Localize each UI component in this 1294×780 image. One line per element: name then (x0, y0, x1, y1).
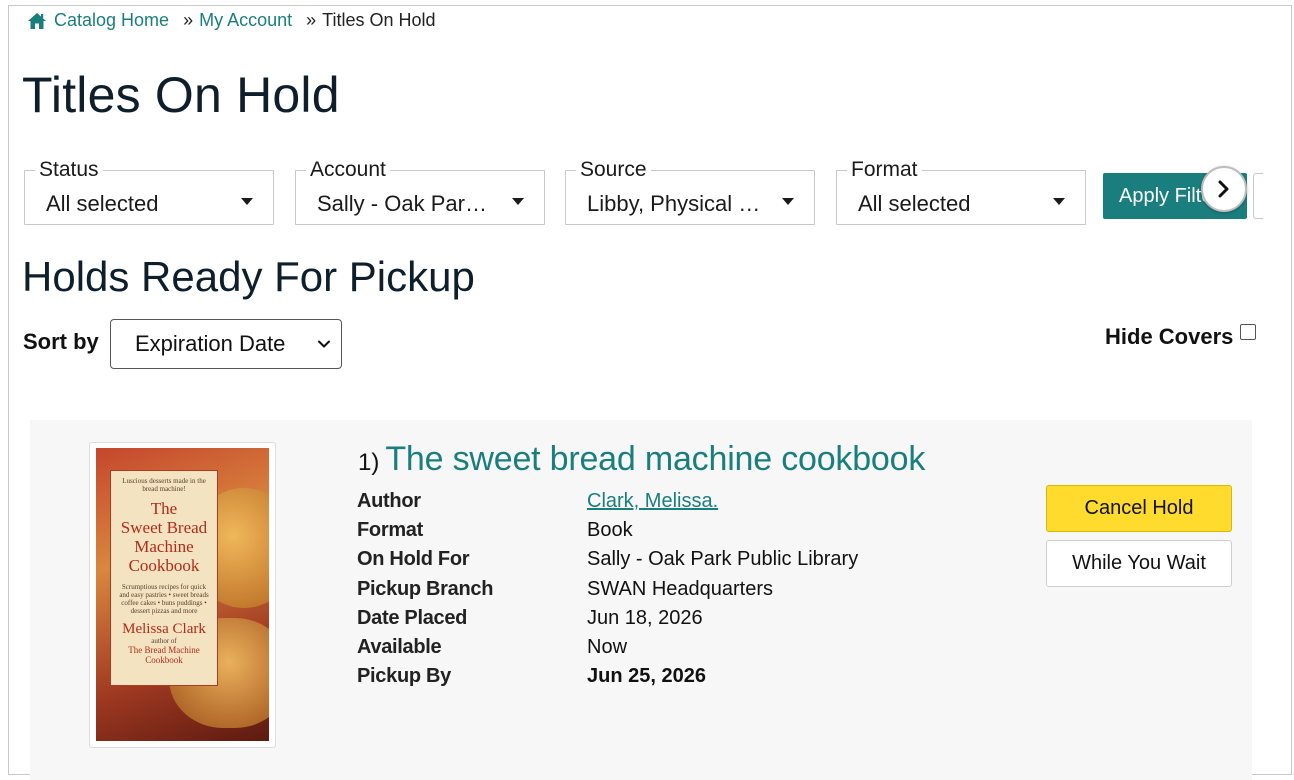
status-filter-value: All selected (46, 191, 159, 216)
detail-row-pickup-by: Pickup By Jun 25, 2026 (357, 662, 858, 691)
cover-author-of: author of (151, 637, 177, 645)
cover-title: Machine (134, 537, 194, 556)
caret-down-icon (241, 198, 253, 205)
sort-select-value: Expiration Date (135, 331, 286, 356)
chevron-right-icon (1218, 180, 1229, 198)
detail-label: Available (357, 636, 442, 659)
hold-details: Author Clark, Melissa. Format Book On Ho… (357, 487, 858, 691)
format-filter-label: Format (847, 159, 922, 181)
breadcrumb: Catalog Home » My Account » Titles On Ho… (27, 10, 436, 31)
hide-covers-label: Hide Covers (1105, 324, 1234, 349)
hide-covers-checkbox[interactable] (1240, 324, 1257, 340)
detail-label: On Hold For (357, 548, 470, 571)
status-filter[interactable]: Status All selected (24, 159, 274, 225)
breadcrumb-catalog-home[interactable]: Catalog Home (54, 10, 169, 31)
author-link[interactable]: Clark, Melissa. (587, 490, 718, 512)
cover-title-panel: Luscious desserts made in the bread mach… (110, 470, 218, 686)
hide-covers-toggle[interactable]: Hide Covers (1105, 324, 1257, 350)
chevron-down-icon (318, 340, 330, 348)
detail-row-date-placed: Date Placed Jun 18, 2026 (357, 604, 858, 633)
sort-select[interactable]: Expiration Date (110, 319, 342, 369)
detail-value: Jun 18, 2026 (587, 606, 703, 629)
detail-value: Book (587, 519, 633, 542)
source-filter-value: Libby, Physical Materials (587, 191, 767, 216)
caret-down-icon (782, 198, 794, 205)
book-cover[interactable]: Luscious desserts made in the bread mach… (96, 448, 269, 741)
account-filter-value: Sally - Oak Park Public Library (317, 191, 497, 216)
cover-title: Sweet Bread (120, 518, 208, 537)
cover-blurb: Scrumptious recipes for quick and easy p… (119, 583, 209, 615)
detail-row-available: Available Now (357, 633, 858, 662)
while-you-wait-button[interactable]: While You Wait (1046, 540, 1232, 587)
detail-label: Pickup By (357, 665, 451, 688)
status-filter-label: Status (35, 159, 103, 181)
cover-tagline: Luscious desserts made in the bread mach… (122, 477, 206, 493)
cancel-hold-button[interactable]: Cancel Hold (1046, 485, 1232, 532)
breadcrumb-current: Titles On Hold (322, 10, 436, 30)
hold-title-link[interactable]: The sweet bread machine cookbook (385, 440, 925, 479)
detail-value: Sally - Oak Park Public Library (587, 548, 859, 571)
next-filter-edge (1253, 173, 1263, 219)
detail-label: Date Placed (357, 606, 468, 629)
detail-row-pickup-branch: Pickup Branch SWAN Headquarters (357, 575, 858, 604)
section-title: Holds Ready For Pickup (22, 253, 475, 300)
account-filter[interactable]: Account Sally - Oak Park Public Library (295, 159, 545, 225)
detail-value: SWAN Headquarters (587, 577, 773, 600)
breadcrumb-separator: » (183, 10, 194, 30)
scroll-filters-right-button[interactable] (1201, 166, 1247, 212)
source-filter[interactable]: Source Libby, Physical Materials (565, 159, 815, 225)
hold-title-row: 1) The sweet bread machine cookbook (358, 440, 925, 479)
caret-down-icon (1053, 198, 1065, 205)
detail-value: Now (587, 636, 628, 659)
detail-row-format: Format Book (357, 516, 858, 545)
format-filter[interactable]: Format All selected (836, 159, 1086, 225)
page-title: Titles On Hold (22, 67, 340, 123)
detail-value: Clark, Melissa. (587, 490, 718, 513)
home-icon (28, 12, 46, 29)
detail-row-author: Author Clark, Melissa. (357, 487, 858, 516)
detail-label: Pickup Branch (357, 577, 494, 600)
hold-number: 1) (358, 449, 380, 476)
cover-author: Melissa Clark (122, 621, 206, 637)
detail-value: Jun 25, 2026 (587, 665, 706, 688)
sort-label: Sort by (23, 329, 99, 354)
source-filter-label: Source (576, 159, 651, 181)
breadcrumb-my-account[interactable]: My Account (199, 10, 292, 31)
cover-title: The (150, 499, 178, 518)
cover-other-book: The Bread Machine Cookbook (128, 645, 200, 665)
caret-down-icon (512, 198, 524, 205)
detail-row-on-hold-for: On Hold For Sally - Oak Park Public Libr… (357, 545, 858, 574)
format-filter-value: All selected (858, 191, 971, 216)
cover-title: Cookbook (128, 556, 200, 575)
breadcrumb-separator: » (306, 10, 317, 30)
detail-label: Author (357, 490, 421, 513)
account-filter-label: Account (306, 159, 390, 181)
detail-label: Format (357, 519, 423, 542)
